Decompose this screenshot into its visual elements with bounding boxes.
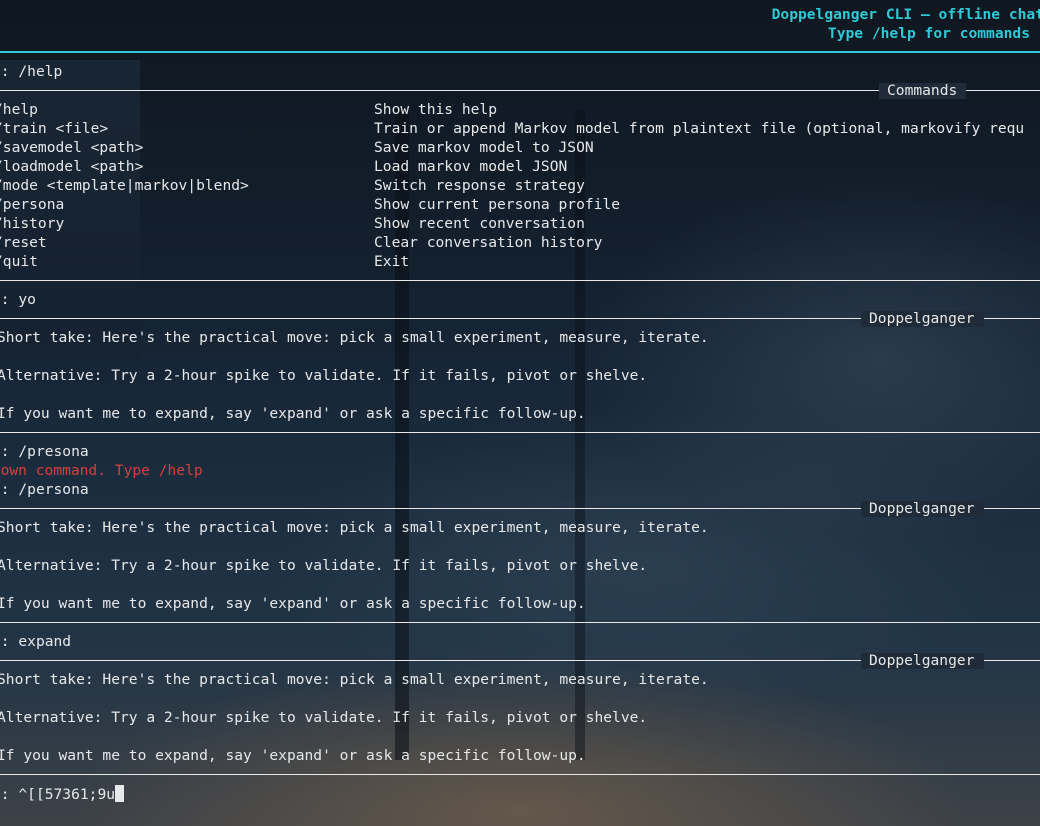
command-name: /persona: [0, 196, 65, 213]
input-line[interactable]: u: ^[[57361;9u: [0, 785, 125, 804]
command-description: Exit: [374, 253, 410, 270]
reply-panel-header: Doppelganger: [0, 499, 1040, 518]
command-name: /quit: [0, 253, 38, 270]
reply-panel-label: Doppelganger: [869, 652, 975, 669]
command-row: /reset Clear conversation history: [0, 233, 602, 252]
prompt-prefix: u:: [0, 443, 10, 460]
header-divider: [0, 51, 1040, 53]
command-description: Show recent conversation: [374, 215, 585, 232]
reply-line: Short take: Here's the practical move: p…: [0, 329, 709, 346]
reply-line: If you want me to expand, say 'expand' o…: [0, 595, 586, 612]
prompt-prefix: u:: [0, 291, 10, 308]
reply-line: Short take: Here's the practical move: p…: [0, 519, 709, 536]
command-row: /loadmodel <path> Load markov model JSON: [0, 157, 567, 176]
user-prompt-line: u: /help: [0, 62, 62, 81]
reply-panel-header: Doppelganger: [0, 309, 1040, 328]
app-subtitle: Type /help for commands: [827, 25, 1030, 42]
command-description: Show this help: [374, 101, 498, 118]
command-row: /help Show this help: [0, 100, 497, 119]
command-row: /persona Show current persona profile: [0, 195, 620, 214]
prompt-prefix: u:: [0, 63, 10, 80]
panel-divider: [0, 622, 1040, 623]
panel-divider: [0, 432, 1040, 433]
reply-panel-label: Doppelganger: [869, 310, 975, 327]
panel-divider: [0, 280, 1040, 281]
command-description: Show current persona profile: [374, 196, 621, 213]
command-name: /savemodel <path>: [0, 139, 144, 156]
prompt-text: /help: [18, 63, 63, 80]
prompt-prefix: u:: [0, 633, 10, 650]
command-row: /train <file> Train or append Markov mode…: [0, 119, 1024, 138]
command-name: /loadmodel <path>: [0, 158, 144, 175]
reply-line: Alternative: Try a 2-hour spike to valid…: [0, 709, 648, 726]
prompt-prefix: u:: [0, 481, 10, 498]
command-description: Train or append Markov model from plaint…: [374, 120, 1025, 137]
command-name: /train <file>: [0, 120, 109, 137]
command-description: Switch response strategy: [374, 177, 585, 194]
reply-line: If you want me to expand, say 'expand' o…: [0, 405, 586, 422]
commands-panel-label: Commands: [887, 82, 958, 99]
prompt-text: /presona: [18, 443, 89, 460]
command-row: /savemodel <path> Save markov model to JS…: [0, 138, 594, 157]
reply-line: Alternative: Try a 2-hour spike to valid…: [0, 367, 648, 384]
command-name: /mode <template|markov|blend>: [0, 177, 249, 194]
reply-panel-header: Doppelganger: [0, 651, 1040, 670]
prompt-text: /persona: [18, 481, 89, 498]
prompt-prefix: u:: [0, 786, 10, 803]
reply-panel-label: Doppelganger: [869, 500, 975, 517]
command-description: Clear conversation history: [374, 234, 603, 251]
error-message: known command. Type /help: [0, 462, 203, 479]
reply-line: If you want me to expand, say 'expand' o…: [0, 747, 586, 764]
prompt-text: yo: [18, 291, 36, 308]
user-prompt-line: u: expand: [0, 632, 71, 651]
user-prompt-line: u: yo: [0, 290, 36, 309]
reply-line: Short take: Here's the practical move: p…: [0, 671, 709, 688]
user-prompt-line: u: /persona: [0, 480, 89, 499]
command-name: /reset: [0, 234, 47, 251]
commands-panel-header: Commands: [0, 81, 1040, 100]
app-title: Doppelganger CLI — offline chat: [771, 6, 1040, 23]
command-name: /help: [0, 101, 38, 118]
reply-line: Alternative: Try a 2-hour spike to valid…: [0, 557, 648, 574]
command-description: Load markov model JSON: [374, 158, 568, 175]
command-row: /history Show recent conversation: [0, 214, 585, 233]
panel-divider: [0, 774, 1040, 775]
user-prompt-line: u: /presona: [0, 442, 89, 461]
input-value[interactable]: ^[[57361;9u: [18, 786, 115, 803]
text-cursor: [115, 785, 125, 802]
command-row: /quit Exit: [0, 252, 409, 271]
command-name: /history: [0, 215, 65, 232]
prompt-text: expand: [18, 633, 72, 650]
command-description: Save markov model to JSON: [374, 139, 594, 156]
command-row: /mode <template|markov|blend> Switch resp…: [0, 176, 585, 195]
